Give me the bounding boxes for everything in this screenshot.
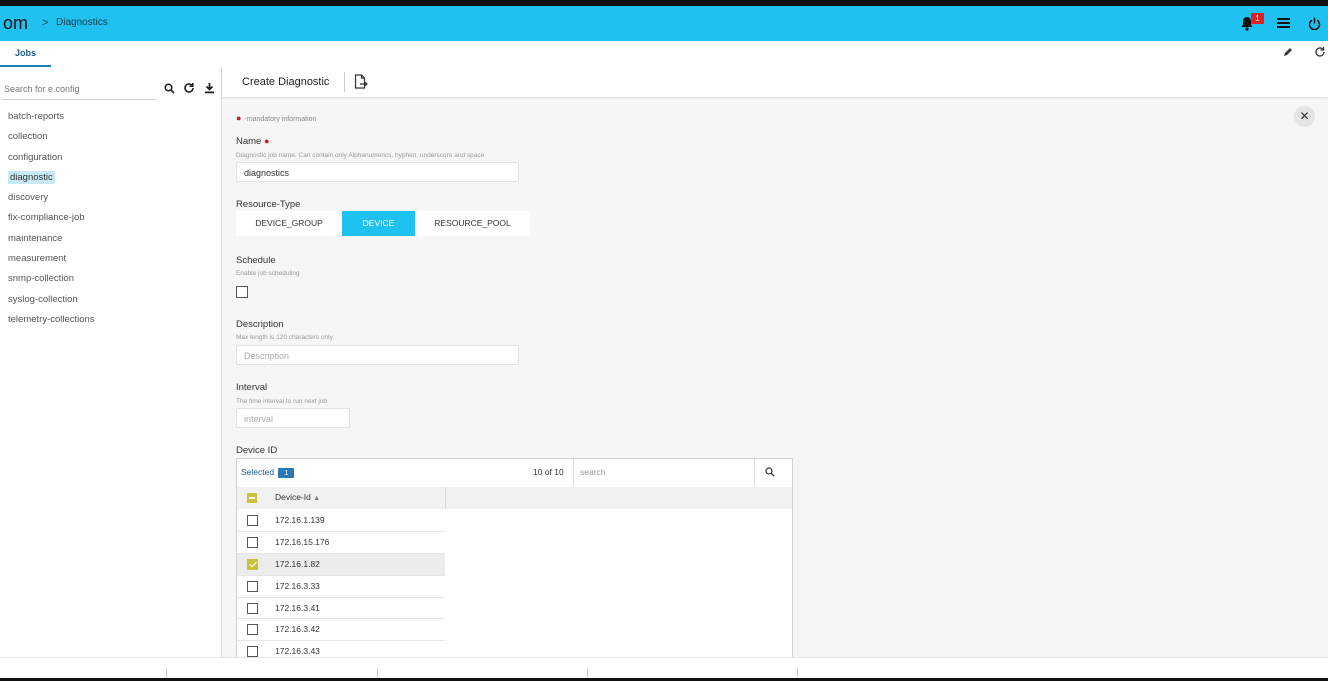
select-all-checkbox[interactable] — [247, 493, 257, 503]
footer-divider — [587, 668, 588, 678]
search-icon[interactable] — [754, 459, 785, 485]
table-row[interactable]: 172.16.1.82 — [237, 553, 445, 576]
device-search-input[interactable]: search — [573, 459, 753, 485]
footer-divider — [166, 668, 167, 678]
resource-type-selector: DEVICE_GROUP DEVICE RESOURCE_POOL — [236, 211, 530, 236]
sort-ascending-icon: ▲ — [313, 495, 321, 502]
selected-summary: Selected 1 — [241, 467, 295, 478]
interval-placeholder: interval — [244, 414, 274, 424]
main-panel: Create Diagnostic ✕ ● -mandatory informat… — [222, 67, 1328, 664]
close-button[interactable]: ✕ — [1294, 106, 1315, 127]
sidebar-item-snmp-collection[interactable]: snmp-collection — [5, 271, 95, 291]
device-ip: 172.16.1.139 — [275, 515, 325, 525]
page-range: 10 of 10 — [533, 467, 564, 477]
description-label: Description — [236, 319, 284, 330]
menu-icon[interactable] — [1274, 14, 1292, 32]
sidebar-item-collection[interactable]: collection — [5, 129, 95, 149]
option-resource-pool[interactable]: RESOURCE_POOL — [415, 211, 530, 236]
create-diagnostic-title: Create Diagnostic — [242, 76, 330, 88]
breadcrumb-separator: > — [42, 17, 49, 29]
search-icon[interactable] — [164, 81, 175, 99]
download-icon[interactable] — [204, 81, 215, 99]
table-row[interactable]: 172.16.15.176 — [237, 532, 445, 554]
power-icon[interactable] — [1305, 14, 1323, 32]
resource-type-label: Resource-Type — [236, 199, 301, 210]
name-hint: Diagnostic job name. Can contain only Al… — [236, 152, 485, 159]
sidebar-search-input[interactable] — [2, 79, 156, 100]
device-ip: 172.16.3.33 — [275, 580, 320, 591]
sidebar-item-fix-compliance-job[interactable]: fix-compliance-job — [5, 210, 95, 230]
sidebar: batch-reports collection configuration d… — [0, 67, 222, 657]
table-row[interactable]: 172.16.3.33 — [237, 576, 445, 598]
sidebar-item-diagnostic[interactable]: diagnostic — [5, 170, 95, 190]
sidebar-item-configuration[interactable]: configuration — [5, 150, 95, 170]
schedule-checkbox[interactable] — [236, 286, 248, 298]
device-table-header: Device-Id ▲ — [237, 487, 792, 509]
device-id-column-header[interactable]: Device-Id ▲ — [237, 487, 446, 509]
sidebar-item-measurement[interactable]: measurement — [5, 251, 95, 271]
main-toolbar: Create Diagnostic — [222, 67, 1328, 97]
row-checkbox[interactable] — [247, 536, 258, 548]
required-dot: ● — [263, 136, 270, 146]
option-device-group[interactable]: DEVICE_GROUP — [236, 211, 342, 236]
sidebar-item-batch-reports[interactable]: batch-reports — [5, 109, 95, 129]
row-checkbox[interactable] — [247, 515, 258, 526]
footer-bar — [0, 657, 1328, 681]
description-placeholder: Description — [244, 351, 290, 361]
notification-badge: 1 — [1251, 13, 1264, 24]
job-type-list: batch-reports collection configuration d… — [5, 109, 95, 332]
device-ip: 172.16.3.42 — [275, 624, 320, 635]
row-checkbox[interactable] — [247, 602, 258, 614]
device-id-label: Device ID — [236, 445, 278, 456]
app-brand[interactable]: om — [3, 13, 28, 34]
description-hint: Max length is 120 characters only — [236, 334, 333, 341]
app-header: om > Diagnostics 1 — [0, 6, 1328, 41]
sidebar-tools — [164, 81, 219, 99]
name-label: Name ● — [236, 136, 270, 147]
interval-hint: The time interval to run next job — [236, 398, 328, 405]
device-ip: 172.16.1.82 — [275, 558, 320, 569]
row-checkbox[interactable] — [247, 580, 258, 592]
refresh-icon[interactable] — [1314, 45, 1328, 59]
option-device[interactable]: DEVICE — [342, 211, 415, 236]
sidebar-item-syslog-collection[interactable]: syslog-collection — [5, 292, 95, 312]
device-ip: 172.16.3.43 — [275, 646, 320, 657]
breadcrumb-diagnostics[interactable]: Diagnostics — [56, 17, 108, 28]
device-ip: 172.16.3.41 — [275, 602, 320, 613]
device-rows: 172.16.1.139 172.16.15.176 172.16.1.82 1… — [237, 510, 445, 664]
device-id-header-label: Device-Id ▲ — [275, 492, 321, 502]
interval-label: Interval — [236, 382, 268, 393]
name-input[interactable]: diagnostics — [236, 162, 519, 182]
device-id-table: Selected 1 10 of 10 search Device-Id ▲ 17… — [236, 458, 793, 664]
tab-jobs[interactable]: Jobs — [0, 41, 51, 67]
export-file-icon[interactable] — [354, 74, 368, 95]
selected-count-badge: 1 — [278, 468, 295, 478]
device-ip: 172.16.15.176 — [275, 536, 330, 547]
refresh-icon[interactable] — [183, 81, 195, 99]
required-dot: ● — [236, 113, 242, 123]
table-row[interactable]: 172.16.3.41 — [237, 598, 445, 620]
device-table-toolbar: Selected 1 10 of 10 search — [237, 459, 792, 485]
sidebar-item-telemetry-collections[interactable]: telemetry-collections — [5, 312, 95, 332]
schedule-label: Schedule — [236, 255, 276, 266]
description-input[interactable]: Description — [236, 345, 519, 365]
row-checkbox[interactable] — [247, 558, 258, 570]
schedule-hint: Enable job scheduling — [236, 270, 300, 277]
row-checkbox[interactable] — [247, 624, 258, 636]
table-row[interactable]: 172.16.3.42 — [237, 619, 445, 642]
row-checkbox[interactable] — [247, 646, 258, 658]
toolbar-divider — [344, 72, 345, 92]
sidebar-item-maintenance[interactable]: maintenance — [5, 231, 95, 251]
table-row[interactable]: 172.16.1.139 — [237, 510, 445, 532]
footer-divider — [377, 668, 378, 678]
edit-icon[interactable] — [1282, 45, 1296, 59]
sidebar-item-discovery[interactable]: discovery — [5, 190, 95, 210]
mandatory-note: ● -mandatory information — [236, 113, 317, 123]
tab-bar: Jobs — [0, 41, 1328, 68]
interval-input[interactable]: interval — [236, 408, 350, 428]
footer-divider — [797, 668, 798, 678]
